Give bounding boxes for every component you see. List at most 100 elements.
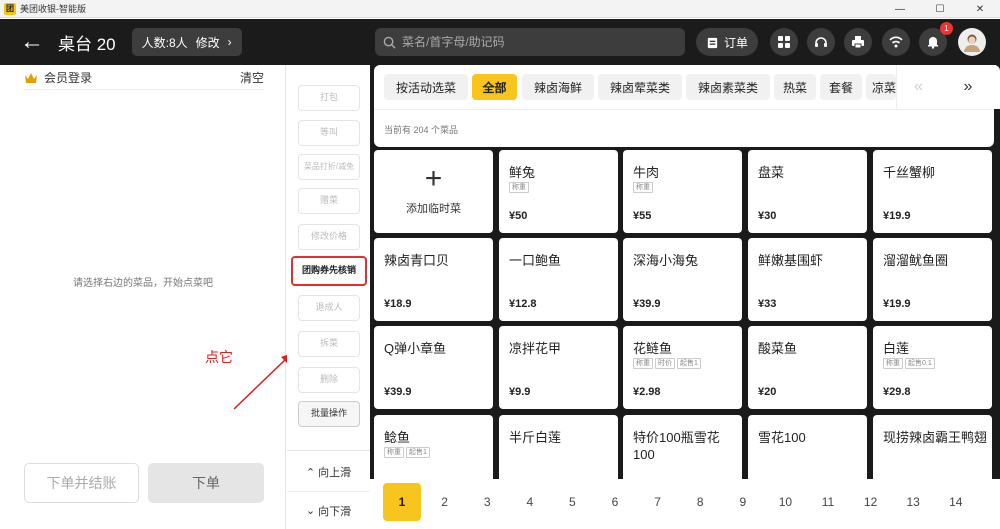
dish-price: ¥20 [758, 386, 777, 398]
minimize-icon[interactable]: — [880, 0, 920, 18]
dish-name: 溜溜鱿鱼圈 [883, 253, 949, 268]
dish-card[interactable]: 花鲢鱼 称重 时价 起售1 ¥2.98 [623, 326, 742, 409]
page-8[interactable]: 8 [681, 483, 719, 521]
category-prev-icon[interactable]: « [896, 65, 940, 109]
dish-card[interactable]: 鲜兔 称重 ¥50 [499, 150, 618, 233]
grid-icon[interactable] [770, 28, 798, 56]
page-1[interactable]: 1 [383, 483, 421, 521]
table-title: 桌台 20 [58, 34, 116, 54]
page-12[interactable]: 12 [852, 483, 890, 521]
category-spicy-seafood[interactable]: 辣卤海鲜 [522, 74, 594, 100]
page-6[interactable]: 6 [596, 483, 634, 521]
category-activity[interactable]: 按活动选菜 [384, 74, 468, 100]
page-3[interactable]: 3 [468, 483, 506, 521]
category-spicy-veg[interactable]: 辣卤素菜类 [686, 74, 770, 100]
window-titlebar: 团 美团收银-智能版 — ☐ ✕ [0, 0, 1000, 18]
crown-icon [25, 72, 37, 83]
category-next-icon[interactable]: » [940, 65, 996, 109]
dish-card[interactable]: 鲜嫩基围虾 ¥33 [748, 238, 867, 321]
change-price-button[interactable]: 修改价格 [298, 224, 360, 250]
dish-price: ¥30 [758, 210, 777, 222]
category-spicy-meat[interactable]: 辣卤荤菜类 [598, 74, 682, 100]
page-14[interactable]: 14 [937, 483, 975, 521]
dish-price: ¥55 [633, 210, 652, 222]
dish-card[interactable]: 一口鲍鱼 ¥12.8 [499, 238, 618, 321]
dish-card[interactable]: 牛肉称重 ¥55 [623, 150, 742, 233]
dish-card[interactable]: 白莲 称重 起售0.1 ¥29.8 [873, 326, 992, 409]
dish-card[interactable]: 凉拌花甲 ¥9.9 [499, 326, 618, 409]
dish-price: ¥9.9 [509, 386, 531, 398]
dish-search[interactable] [375, 28, 685, 56]
dish-card[interactable]: 盘菜 ¥30 [748, 150, 867, 233]
add-temp-dish-label: 添加临时菜 [406, 203, 461, 215]
printer-icon[interactable] [844, 28, 872, 56]
dish-price: ¥12.8 [509, 298, 537, 310]
category-combos[interactable]: 套餐 [820, 74, 862, 100]
orders-button[interactable]: 订单 [696, 28, 758, 56]
dish-price: ¥19.9 [883, 210, 911, 222]
page-10[interactable]: 10 [766, 483, 804, 521]
double-chevron-up-icon: ⌃ [305, 466, 316, 479]
scroll-down-button[interactable]: ⌄ 向下滑 [287, 491, 370, 529]
page-11[interactable]: 11 [809, 483, 847, 521]
page-4[interactable]: 4 [511, 483, 549, 521]
page-9[interactable]: 9 [724, 483, 762, 521]
dish-price: ¥39.9 [633, 298, 661, 310]
maximize-icon[interactable]: ☐ [920, 0, 960, 18]
dish-card[interactable]: 溜溜鱿鱼圈 ¥19.9 [873, 238, 992, 321]
back-arrow-icon[interactable]: ← [12, 19, 52, 65]
page-7[interactable]: 7 [639, 483, 677, 521]
hold-button[interactable]: 等叫 [298, 120, 360, 146]
dish-price: ¥2.98 [633, 386, 661, 398]
search-icon [383, 36, 396, 49]
member-login[interactable]: 会员登录 [24, 69, 92, 86]
groupon-verify-button[interactable]: 团购券先核销 [291, 256, 367, 286]
pack-button[interactable]: 打包 [298, 85, 360, 111]
page-2[interactable]: 2 [426, 483, 464, 521]
headset-icon[interactable] [807, 28, 835, 56]
category-hot-dishes[interactable]: 热菜 [774, 74, 816, 100]
order-and-settle-button[interactable]: 下单并结账 [24, 463, 139, 503]
member-login-label: 会员登录 [44, 71, 93, 85]
delete-button[interactable]: 删除 [298, 367, 360, 393]
search-input[interactable] [402, 35, 672, 49]
dish-card[interactable]: 酸菜鱼 ¥20 [748, 326, 867, 409]
scroll-up-button[interactable]: ⌃ 向上滑 [287, 453, 370, 491]
close-icon[interactable]: ✕ [960, 0, 1000, 18]
place-order-button[interactable]: 下单 [148, 463, 264, 503]
batch-operation-button[interactable]: 批量操作 [298, 401, 360, 427]
plus-icon: + [424, 162, 443, 195]
dish-tags: 称重 时价 起售1 [633, 358, 701, 369]
discount-button[interactable]: 菜品打折/减免 [298, 154, 360, 180]
dish-name: Q弹小章鱼 [384, 341, 447, 356]
split-dish-button[interactable]: 拆菜 [298, 331, 360, 357]
dish-price: ¥33 [758, 298, 777, 310]
add-temp-dish-button[interactable]: + 添加临时菜 [374, 150, 493, 233]
edit-people-button[interactable]: 人数:8人 修改 › [131, 28, 242, 56]
adult-return-button[interactable]: 退成人 [298, 295, 360, 321]
scroll-up-label: 向上滑 [318, 467, 352, 479]
avatar[interactable] [958, 28, 986, 56]
dish-grid: + 添加临时菜 鲜兔 称重 ¥50 牛肉称重 ¥55 盘菜 ¥30 千丝蟹柳 ¥19.9 辣卤青口… [370, 149, 1000, 498]
dish-tags: 称重 起售0.1 [883, 358, 935, 369]
dish-card[interactable]: 千丝蟹柳 ¥19.9 [873, 150, 992, 233]
clear-button[interactable]: 清空 [240, 69, 264, 86]
dish-tag: 称重 [633, 182, 653, 193]
dish-card[interactable]: Q弹小章鱼 ¥39.9 [374, 326, 493, 409]
dish-card[interactable]: 辣卤青口贝 ¥18.9 [374, 238, 493, 321]
dish-name: 牛肉 [633, 165, 660, 180]
dish-price: ¥39.9 [384, 386, 412, 398]
page-13[interactable]: 13 [894, 483, 932, 521]
empty-order-hint: 请选择右边的菜品，开始点菜吧 [73, 278, 213, 289]
wifi-icon[interactable] [882, 28, 910, 56]
app-logo: 团 [4, 2, 16, 15]
category-cold-dishes[interactable]: 凉菜 [866, 74, 896, 100]
dish-card[interactable]: 深海小海兔 ¥39.9 [623, 238, 742, 321]
dish-name: 鲜嫩基围虾 [758, 253, 824, 268]
menu-panel: 按活动选菜 全部 辣卤海鲜 辣卤荤菜类 辣卤素菜类 热菜 套餐 凉菜 « » 当… [370, 65, 1000, 529]
category-all[interactable]: 全部 [472, 74, 517, 100]
dish-name: 雪花100 [758, 430, 806, 445]
gift-dish-button[interactable]: 赠菜 [298, 188, 360, 214]
page-5[interactable]: 5 [553, 483, 591, 521]
dish-tags: 称重 起售1 [384, 447, 430, 458]
